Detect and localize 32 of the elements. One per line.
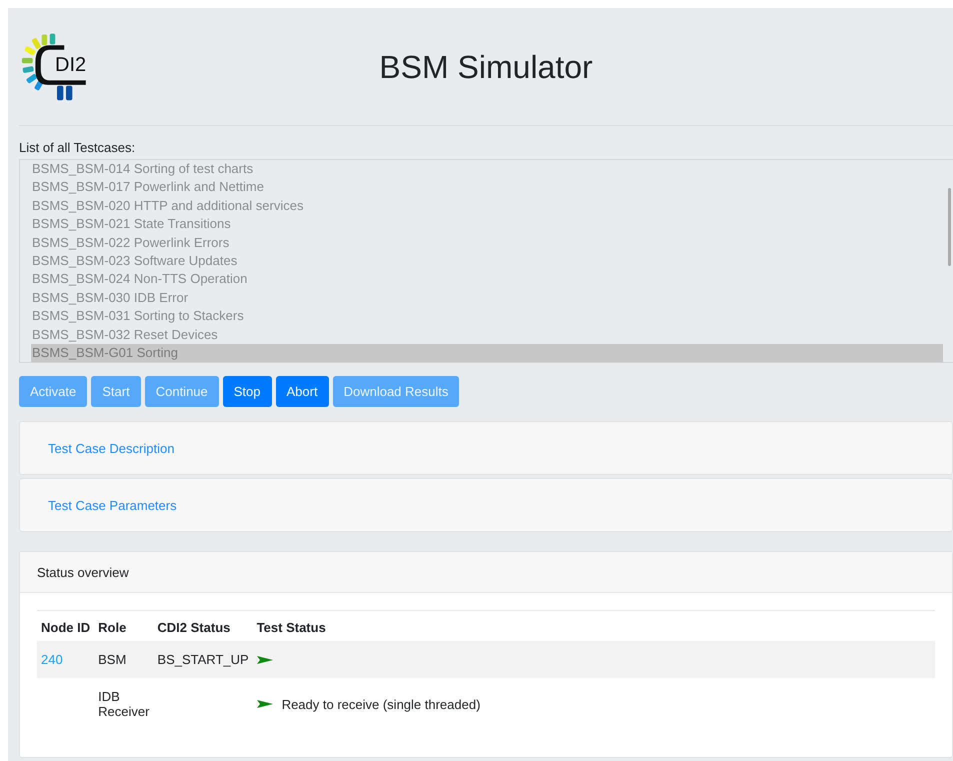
testcase-option[interactable]: BSMS_BSM-022 Powerlink Errors [31,234,943,252]
column-header: Role [94,610,154,642]
testcase-option[interactable]: BSMS_BSM-023 Software Updates [31,252,943,270]
column-header: Node ID [37,610,94,642]
testcase-option[interactable]: BSMS_BSM-017 Powerlink and Nettime [31,178,943,197]
testcase-option[interactable]: BSMS_BSM-024 Non-TTS Operation [31,270,943,289]
testcase-option[interactable]: BSMS_BSM-G01 Sorting [31,344,943,362]
column-header: CDI2 Status [153,610,253,642]
testcase-option[interactable]: BSMS_BSM-031 Sorting to Stackers [31,307,943,326]
scrollbar-thumb[interactable] [948,188,951,266]
column-header: Test Status [252,610,935,642]
action-button[interactable]: Stop [222,376,272,408]
node-id-link[interactable]: 240 [41,652,63,668]
page-title: BSM Simulator [379,49,593,86]
role-cell: BSM [98,652,126,668]
test-status-text: Ready to receive (single threaded) [282,696,480,712]
status-cell: BS_START_UP [157,652,249,668]
testcase-option[interactable]: BSMS_BSM-032 Reset Devices [31,326,943,344]
play-arrow-icon [256,656,273,664]
panel-link[interactable]: Test Case Description [48,440,174,456]
play-arrow-icon [256,700,273,708]
logo-text: DI2 [55,54,86,76]
role-cell: IDB Receiver [98,689,150,720]
testcase-option[interactable]: BSMS_BSM-014 Sorting of test charts [31,160,943,178]
action-button[interactable]: Abort [276,376,329,408]
card-title: Status overview [37,564,129,580]
testcase-option[interactable]: BSMS_BSM-021 State Transitions [31,215,943,234]
list-label: List of all Testcases: [19,140,136,155]
testcase-list[interactable] [19,159,953,364]
testcase-option[interactable]: BSMS_BSM-030 IDB Error [31,288,943,308]
panel-link[interactable]: Test Case Parameters [48,498,177,513]
testcase-option[interactable]: BSMS_BSM-020 HTTP and additional services [31,196,943,216]
